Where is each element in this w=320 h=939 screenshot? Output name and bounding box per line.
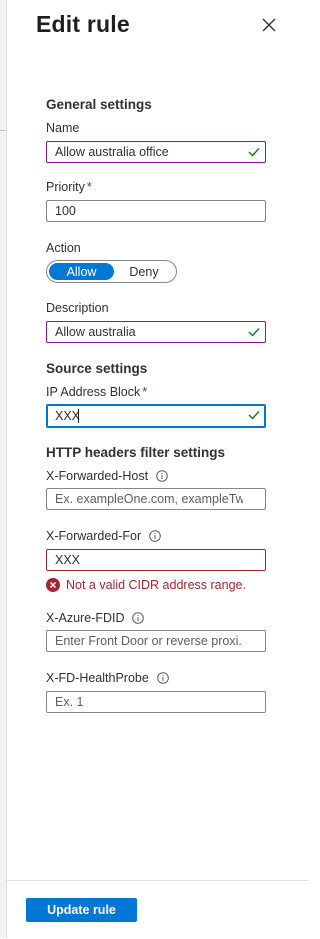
priority-label: Priority * <box>46 180 92 194</box>
x-forwarded-for-field <box>46 549 266 571</box>
x-forwarded-host-input[interactable] <box>55 489 243 509</box>
valid-check-icon <box>248 411 260 420</box>
name-label: Name <box>46 121 80 135</box>
x-azure-fdid-input[interactable] <box>55 631 243 651</box>
x-fd-healthprobe-field <box>46 691 266 713</box>
x-forwarded-host-field <box>46 488 266 510</box>
error-icon <box>46 578 60 592</box>
ip-address-block-label: IP Address Block * <box>46 385 147 399</box>
x-forwarded-host-label: X-Forwarded-Host <box>46 469 168 483</box>
background-divider <box>0 130 6 131</box>
description-field <box>46 321 266 343</box>
close-button[interactable] <box>261 17 277 33</box>
validation-error: Not a valid CIDR address range. <box>46 578 246 592</box>
description-input[interactable] <box>55 322 243 342</box>
panel-title: Edit rule <box>36 11 130 37</box>
valid-check-icon <box>248 328 260 337</box>
x-forwarded-for-label: X-Forwarded-For <box>46 529 161 543</box>
validation-error-text: Not a valid CIDR address range. <box>66 578 246 592</box>
x-forwarded-for-label-text: X-Forwarded-For <box>46 529 142 543</box>
action-option-deny[interactable]: Deny <box>114 263 174 280</box>
update-rule-button[interactable]: Update rule <box>26 898 137 922</box>
x-azure-fdid-label-text: X-Azure-FDID <box>46 611 125 625</box>
info-icon[interactable] <box>157 672 169 684</box>
x-forwarded-for-input[interactable] <box>55 550 243 570</box>
priority-field <box>46 200 266 222</box>
x-fd-healthprobe-input[interactable] <box>55 692 243 712</box>
x-forwarded-host-label-text: X-Forwarded-Host <box>46 469 149 483</box>
text-caret <box>78 409 79 423</box>
action-toggle: Allow Deny <box>46 260 177 283</box>
valid-check-icon <box>248 148 260 157</box>
info-icon[interactable] <box>156 470 168 482</box>
edit-rule-panel: Edit rule General settings Name Priority… <box>7 0 308 939</box>
panel-footer: Update rule <box>7 880 308 939</box>
priority-input[interactable] <box>55 201 243 221</box>
info-icon[interactable] <box>149 530 161 542</box>
ip-address-block-field <box>46 404 266 428</box>
ip-address-block-input[interactable] <box>55 406 243 426</box>
name-field <box>46 141 266 163</box>
priority-label-text: Priority <box>46 180 85 194</box>
info-icon[interactable] <box>132 612 145 624</box>
general-settings-heading: General settings <box>46 97 152 112</box>
x-fd-healthprobe-label-text: X-FD-HealthProbe <box>46 671 149 685</box>
action-label: Action <box>46 241 81 255</box>
x-azure-fdid-field <box>46 630 266 652</box>
source-settings-heading: Source settings <box>46 361 148 376</box>
required-marker: * <box>142 385 148 399</box>
name-input[interactable] <box>55 142 243 162</box>
http-headers-heading: HTTP headers filter settings <box>46 445 226 460</box>
description-label: Description <box>46 301 109 315</box>
action-option-allow[interactable]: Allow <box>49 263 114 280</box>
close-icon <box>262 18 276 32</box>
required-marker: * <box>86 180 92 194</box>
background-blade-edge <box>0 0 7 938</box>
x-fd-healthprobe-label: X-FD-HealthProbe <box>46 671 169 685</box>
x-azure-fdid-label: X-Azure-FDID <box>46 611 145 625</box>
ip-address-block-label-text: IP Address Block <box>46 385 141 399</box>
